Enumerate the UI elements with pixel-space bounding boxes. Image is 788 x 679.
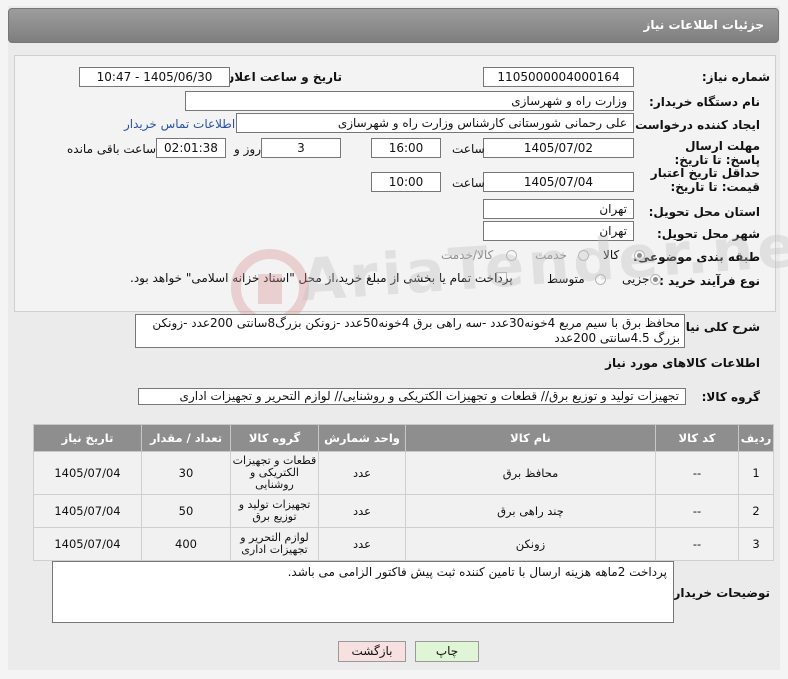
purchase-type-radio-minor[interactable] (650, 274, 661, 285)
cell-date: 1405/07/04 (33, 527, 142, 561)
goods-group-label: گروه کالا: (701, 390, 760, 404)
buyer-notes-label: توضیحات خریدار: (668, 586, 770, 600)
delivery-province-label: استان محل تحویل: (648, 205, 760, 219)
goods-group-field: تجهیزات تولید و توزیع برق// قطعات و تجهی… (138, 388, 686, 405)
price-validity-time-field: 10:00 (371, 172, 441, 192)
category-option-goods-service: کالا/خدمت (441, 248, 494, 262)
cell-qty: 50 (141, 494, 231, 528)
cell-name: زونکن (405, 527, 656, 561)
buyer-org-field: وزارت راه و شهرسازی (185, 91, 634, 111)
cell-unit: عدد (318, 451, 406, 495)
remaining-time-label: ساعت باقی مانده (67, 142, 157, 156)
col-header-group: گروه کالا (230, 424, 319, 452)
cell-date: 1405/07/04 (33, 451, 142, 495)
cell-index: 1 (738, 451, 774, 495)
description-label: شرح کلی نیاز: (674, 320, 760, 334)
goods-table: ردیف کد کالا نام کالا واحد شمارش گروه کا… (33, 424, 774, 561)
treasury-payment-note: پرداخت تمام یا بخشی از مبلغ خرید،از محل … (130, 271, 513, 285)
buyer-contact-link[interactable]: اطلاعات تماس خریدار (124, 117, 235, 131)
cell-date: 1405/07/04 (33, 494, 142, 528)
cell-unit: عدد (318, 494, 406, 528)
col-header-unit: واحد شمارش (318, 424, 406, 452)
requester-field: علی رحمانی شورستانی کارشناس وزارت راه و … (236, 113, 634, 133)
price-validity-date-field: 1405/07/04 (483, 172, 634, 192)
cell-group: لوازم التحریر و تجهیزات اداری (230, 527, 319, 561)
price-validity-label: حداقل تاریخ اعتبار قیمت: تا تاریخ: (650, 166, 760, 194)
purchase-type-option-minor: جزیی (622, 272, 650, 286)
table-row: 2 -- چند راهی برق عدد تجهیزات تولید و تو… (33, 494, 774, 528)
reply-deadline-label: مهلت ارسال پاسخ: تا تاریخ: (674, 139, 761, 167)
need-number-label: شماره نیاز: (701, 70, 770, 84)
back-button[interactable]: بازگشت (338, 641, 406, 662)
cell-group: تجهیزات تولید و توزیع برق (230, 494, 319, 528)
buyer-notes-field: پرداخت 2ماهه هزینه ارسال با تامین کننده … (52, 561, 674, 623)
cell-group: قطعات و تجهیزات الکتریکی و روشنایی (230, 451, 319, 495)
delivery-province-field: تهران (483, 199, 634, 219)
description-field: محافظ برق با سیم مربع 4خونه30عدد -سه راه… (135, 314, 685, 348)
remaining-time-field: 02:01:38 (156, 138, 226, 158)
requester-label: ایجاد کننده درخواست: (630, 118, 760, 132)
category-option-goods: کالا (603, 248, 620, 262)
cell-qty: 400 (141, 527, 231, 561)
purchase-type-option-medium: متوسط (547, 272, 585, 286)
buyer-org-label: نام دستگاه خریدار: (649, 95, 760, 109)
page-header: جزئیات اطلاعات نیاز (8, 8, 779, 43)
category-radio-goods[interactable] (634, 250, 645, 261)
table-row: 3 -- زونکن عدد لوازم التحریر و تجهیزات ا… (33, 527, 774, 561)
purchase-type-label: نوع فرآیند خرید : (659, 274, 760, 288)
print-button[interactable]: چاپ (415, 641, 479, 662)
col-header-qty: تعداد / مقدار (141, 424, 231, 452)
goods-section-title: اطلاعات کالاهای مورد نیاز (605, 356, 760, 370)
reply-deadline-time-label: ساعت (452, 142, 485, 156)
cell-name: چند راهی برق (405, 494, 656, 528)
category-radio-goods-service[interactable] (506, 250, 517, 261)
reply-deadline-date-field: 1405/07/02 (483, 138, 634, 158)
reply-deadline-days-label: روز و (234, 142, 261, 156)
cell-qty: 30 (141, 451, 231, 495)
cell-unit: عدد (318, 527, 406, 561)
table-row: 1 -- محافظ برق عدد قطعات و تجهیزات الکتر… (33, 451, 774, 495)
col-header-date: تاریخ نیاز (33, 424, 142, 452)
announce-datetime-field: 1405/06/30 - 10:47 (79, 67, 230, 87)
cell-name: محافظ برق (405, 451, 656, 495)
reply-deadline-time-field: 16:00 (371, 138, 441, 158)
cell-index: 2 (738, 494, 774, 528)
category-option-service: خدمت (535, 248, 567, 262)
cell-code: -- (655, 527, 739, 561)
col-header-index: ردیف (738, 424, 774, 452)
category-label: طبقه بندی موضوعی: (632, 250, 760, 264)
col-header-code: کد کالا (655, 424, 739, 452)
purchase-type-radio-medium[interactable] (595, 274, 606, 285)
page-title: جزئیات اطلاعات نیاز (643, 18, 764, 32)
cell-code: -- (655, 494, 739, 528)
table-header-row: ردیف کد کالا نام کالا واحد شمارش گروه کا… (33, 424, 774, 452)
need-number-field: 1105000004000164 (483, 67, 634, 87)
price-validity-time-label: ساعت (452, 176, 485, 190)
category-radio-service[interactable] (578, 250, 589, 261)
cell-code: -- (655, 451, 739, 495)
col-header-name: نام کالا (405, 424, 656, 452)
delivery-city-field: تهران (483, 221, 634, 241)
delivery-city-label: شهر محل تحویل: (656, 227, 760, 241)
reply-deadline-days-field: 3 (261, 138, 341, 158)
cell-index: 3 (738, 527, 774, 561)
